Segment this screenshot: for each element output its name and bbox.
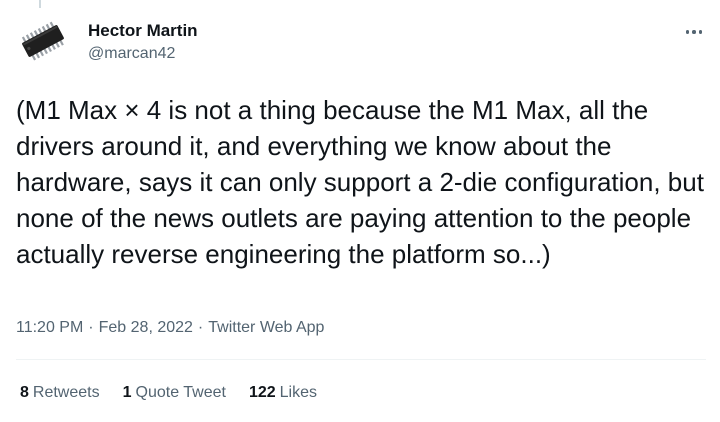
likes-count: 122 — [248, 384, 276, 401]
more-icon-dot — [698, 30, 703, 34]
meta-separator: · — [197, 319, 204, 336]
thread-connector-line — [39, 0, 41, 8]
tweet-text: (M1 Max × 4 is not a thing because the M… — [16, 95, 704, 269]
likes-stat[interactable]: 122 Likes — [249, 384, 317, 402]
divider — [16, 359, 706, 360]
tweet-card: Hector Martin @marcan42 (M1 Max × 4 is n… — [0, 0, 720, 422]
avatar[interactable] — [16, 14, 70, 68]
tweet-time[interactable]: 11:20 PM — [16, 319, 83, 337]
tweet-metadata: 11:20 PM · Feb 28, 2022 · Twitter Web Ap… — [16, 319, 324, 337]
quotes-label: Quote Tweet — [135, 384, 226, 401]
likes-label: Likes — [279, 384, 318, 401]
quotes-count: 1 — [122, 384, 132, 401]
more-icon-dot — [692, 30, 696, 34]
retweets-label: Retweets — [32, 384, 100, 401]
retweets-count: 8 — [20, 384, 29, 401]
author-name[interactable]: Hector Martin — [88, 21, 198, 41]
retweets-stat[interactable]: 8 Retweets — [20, 384, 100, 402]
tweet-source[interactable]: Twitter Web App — [208, 319, 324, 337]
meta-separator: · — [88, 319, 94, 336]
quote-tweets-stat[interactable]: 1 Quote Tweet — [123, 384, 226, 402]
tweet-date[interactable]: Feb 28, 2022 — [99, 319, 193, 337]
author-handle[interactable]: @marcan42 — [88, 45, 175, 63]
more-options-button[interactable] — [674, 20, 714, 44]
chip-icon — [16, 14, 70, 68]
more-icon — [685, 30, 690, 34]
engagement-stats: 8 Retweets 1 Quote Tweet 122 Likes — [20, 384, 317, 402]
